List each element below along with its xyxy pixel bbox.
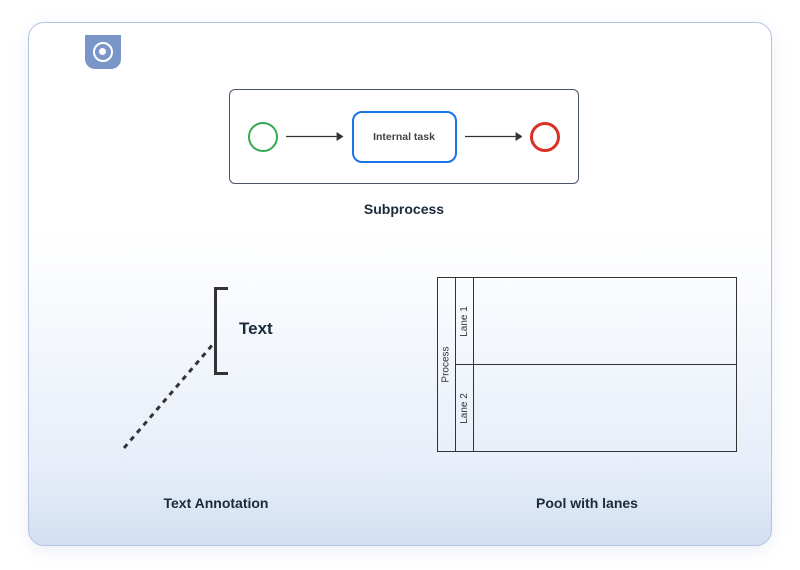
annotation-text: Text — [239, 319, 273, 339]
logo-icon — [93, 42, 113, 62]
internal-task: Internal task — [352, 111, 457, 163]
subprocess-container: Internal task — [229, 89, 579, 184]
lanes-container: Lane 1 Lane 2 — [456, 278, 736, 451]
association-line — [119, 333, 219, 453]
diagram-card: Internal task Subprocess Text Text Annot… — [28, 22, 772, 546]
lane-body — [474, 365, 736, 451]
subprocess-caption: Subprocess — [229, 201, 579, 217]
pool-header: Process — [438, 278, 456, 451]
sequence-flow-arrow — [286, 136, 344, 137]
lane-header: Lane 1 — [456, 278, 474, 364]
sequence-flow-arrow — [465, 136, 523, 137]
pool-header-label: Process — [441, 346, 452, 382]
pool: Process Lane 1 Lane 2 — [437, 277, 737, 452]
start-event-icon — [248, 122, 278, 152]
task-label: Internal task — [373, 131, 435, 143]
lane-body — [474, 278, 736, 364]
text-annotation: Text — [119, 277, 319, 447]
annotation-caption: Text Annotation — [101, 495, 331, 511]
lane: Lane 2 — [456, 365, 736, 451]
card-tab — [85, 35, 121, 69]
end-event-icon — [530, 122, 560, 152]
annotation-bracket-icon — [214, 287, 228, 375]
lane-header: Lane 2 — [456, 365, 474, 451]
lane-label: Lane 2 — [459, 393, 470, 424]
lane: Lane 1 — [456, 278, 736, 365]
lane-label: Lane 1 — [459, 306, 470, 337]
pool-caption: Pool with lanes — [437, 495, 737, 511]
